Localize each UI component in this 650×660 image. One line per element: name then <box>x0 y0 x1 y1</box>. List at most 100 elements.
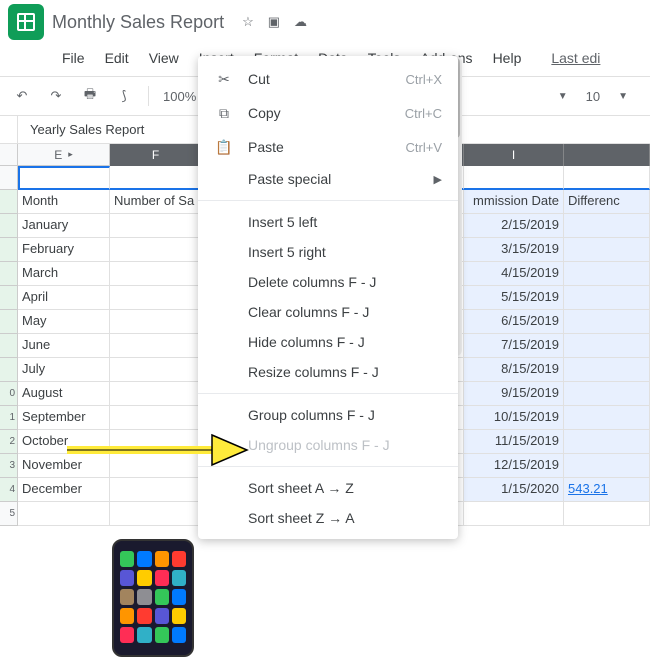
cell-month[interactable]: September <box>18 406 110 430</box>
cell-date[interactable]: 8/15/2019 <box>464 358 564 382</box>
cell-month[interactable]: December <box>18 478 110 502</box>
cell-diff-header[interactable]: Differenc <box>564 190 650 214</box>
row-number[interactable] <box>0 310 18 334</box>
menu-help[interactable]: Help <box>483 46 532 70</box>
menu-file[interactable]: File <box>52 46 95 70</box>
paint-format-icon[interactable]: ⟆ <box>114 86 134 106</box>
menu-insert-right[interactable]: Insert 5 right <box>198 237 458 267</box>
cell[interactable] <box>18 502 110 526</box>
col-header-j[interactable] <box>564 144 650 166</box>
cell-date[interactable]: 1/15/2020 <box>464 478 564 502</box>
redo-icon[interactable]: ↷ <box>46 86 66 106</box>
cell[interactable] <box>564 166 650 190</box>
move-icon[interactable]: ▣ <box>268 14 280 30</box>
cell-date[interactable]: 3/15/2019 <box>464 238 564 262</box>
print-icon[interactable]: 🖶 <box>80 86 100 106</box>
row-number[interactable] <box>0 190 18 214</box>
cell[interactable] <box>564 502 650 526</box>
col-header-f[interactable]: F <box>110 144 202 166</box>
menu-paste[interactable]: 📋 Paste Ctrl+V <box>198 130 458 164</box>
menu-edit[interactable]: Edit <box>95 46 139 70</box>
row-number[interactable] <box>0 286 18 310</box>
cell-date[interactable]: 7/15/2019 <box>464 334 564 358</box>
row-number[interactable] <box>0 214 18 238</box>
menu-cut[interactable]: ✂ Cut Ctrl+X <box>198 62 458 96</box>
menu-delete-cols[interactable]: Delete columns F - J <box>198 267 458 297</box>
row-number[interactable]: 5 <box>0 502 18 526</box>
menu-sort-za[interactable]: Sort sheet Z → A <box>198 503 458 533</box>
cell-date[interactable]: 5/15/2019 <box>464 286 564 310</box>
cell-diff[interactable] <box>564 358 650 382</box>
menu-copy[interactable]: ⧉ Copy Ctrl+C <box>198 96 458 130</box>
sheet-tab[interactable]: Yearly Sales Report <box>18 118 156 141</box>
doc-title[interactable]: Monthly Sales Report <box>52 12 224 33</box>
cell-month[interactable]: February <box>18 238 110 262</box>
embedded-image[interactable] <box>112 539 194 657</box>
font-dropdown-icon[interactable]: ▼ <box>558 91 568 102</box>
row-number[interactable]: 1 <box>0 406 18 430</box>
menu-sort-az[interactable]: Sort sheet A → Z <box>198 473 458 503</box>
cell-diff[interactable] <box>564 430 650 454</box>
cell-date[interactable]: 2/15/2019 <box>464 214 564 238</box>
cell-commission-header[interactable]: mmission Date <box>464 190 564 214</box>
cell-diff[interactable] <box>564 310 650 334</box>
cell-diff[interactable] <box>564 262 650 286</box>
zoom-level[interactable]: 100% <box>163 89 196 104</box>
cell-month[interactable]: August <box>18 382 110 406</box>
cut-icon: ✂ <box>214 69 234 89</box>
cell-diff[interactable] <box>564 382 650 406</box>
menu-group-cols[interactable]: Group columns F - J <box>198 400 458 430</box>
col-header-i[interactable]: I <box>464 144 564 166</box>
sheets-logo[interactable] <box>8 4 44 40</box>
row-number[interactable]: 2 <box>0 430 18 454</box>
cloud-icon[interactable]: ☁ <box>294 14 307 30</box>
cell[interactable] <box>464 166 564 190</box>
menu-view[interactable]: View <box>139 46 189 70</box>
cell-month-header[interactable]: Month <box>18 190 110 214</box>
name-box[interactable] <box>0 116 18 143</box>
cell-diff[interactable] <box>564 454 650 478</box>
font-size[interactable]: 10 <box>586 89 600 104</box>
cell[interactable] <box>464 502 564 526</box>
cell-month[interactable]: June <box>18 334 110 358</box>
row-number[interactable] <box>0 238 18 262</box>
last-edit-link[interactable]: Last edi <box>541 46 610 70</box>
cell-date[interactable]: 12/15/2019 <box>464 454 564 478</box>
cell-month[interactable]: July <box>18 358 110 382</box>
row-number[interactable] <box>0 262 18 286</box>
star-icon[interactable]: ☆ <box>242 14 254 30</box>
menu-resize-cols[interactable]: Resize columns F - J <box>198 357 458 387</box>
menu-clear-cols[interactable]: Clear columns F - J <box>198 297 458 327</box>
row-number[interactable] <box>0 358 18 382</box>
select-all-corner[interactable] <box>0 144 18 166</box>
copy-icon: ⧉ <box>214 103 234 123</box>
cell-month[interactable]: May <box>18 310 110 334</box>
menu-hide-cols[interactable]: Hide columns F - J <box>198 327 458 357</box>
cell-month[interactable]: January <box>18 214 110 238</box>
cell-diff[interactable] <box>564 214 650 238</box>
cell-date[interactable]: 6/15/2019 <box>464 310 564 334</box>
font-size-dropdown-icon[interactable]: ▼ <box>618 91 628 102</box>
annotation-arrow <box>62 430 252 470</box>
cell-diff[interactable] <box>564 406 650 430</box>
cell-diff[interactable]: 543.21 <box>564 478 650 502</box>
menu-insert-left[interactable]: Insert 5 left <box>198 207 458 237</box>
cell-date[interactable]: 10/15/2019 <box>464 406 564 430</box>
row-number[interactable]: 3 <box>0 454 18 478</box>
cell-diff[interactable] <box>564 238 650 262</box>
row-number[interactable] <box>0 166 18 190</box>
cell-date[interactable]: 9/15/2019 <box>464 382 564 406</box>
cell[interactable] <box>18 166 110 190</box>
cell-date[interactable]: 4/15/2019 <box>464 262 564 286</box>
row-number[interactable]: 0 <box>0 382 18 406</box>
cell-date[interactable]: 11/15/2019 <box>464 430 564 454</box>
col-header-e[interactable]: E▸ <box>18 144 110 166</box>
cell-diff[interactable] <box>564 286 650 310</box>
row-number[interactable]: 4 <box>0 478 18 502</box>
cell-month[interactable]: April <box>18 286 110 310</box>
menu-paste-special[interactable]: Paste special ▶ <box>198 164 458 194</box>
cell-diff[interactable] <box>564 334 650 358</box>
cell-month[interactable]: March <box>18 262 110 286</box>
undo-icon[interactable]: ↶ <box>12 86 32 106</box>
row-number[interactable] <box>0 334 18 358</box>
